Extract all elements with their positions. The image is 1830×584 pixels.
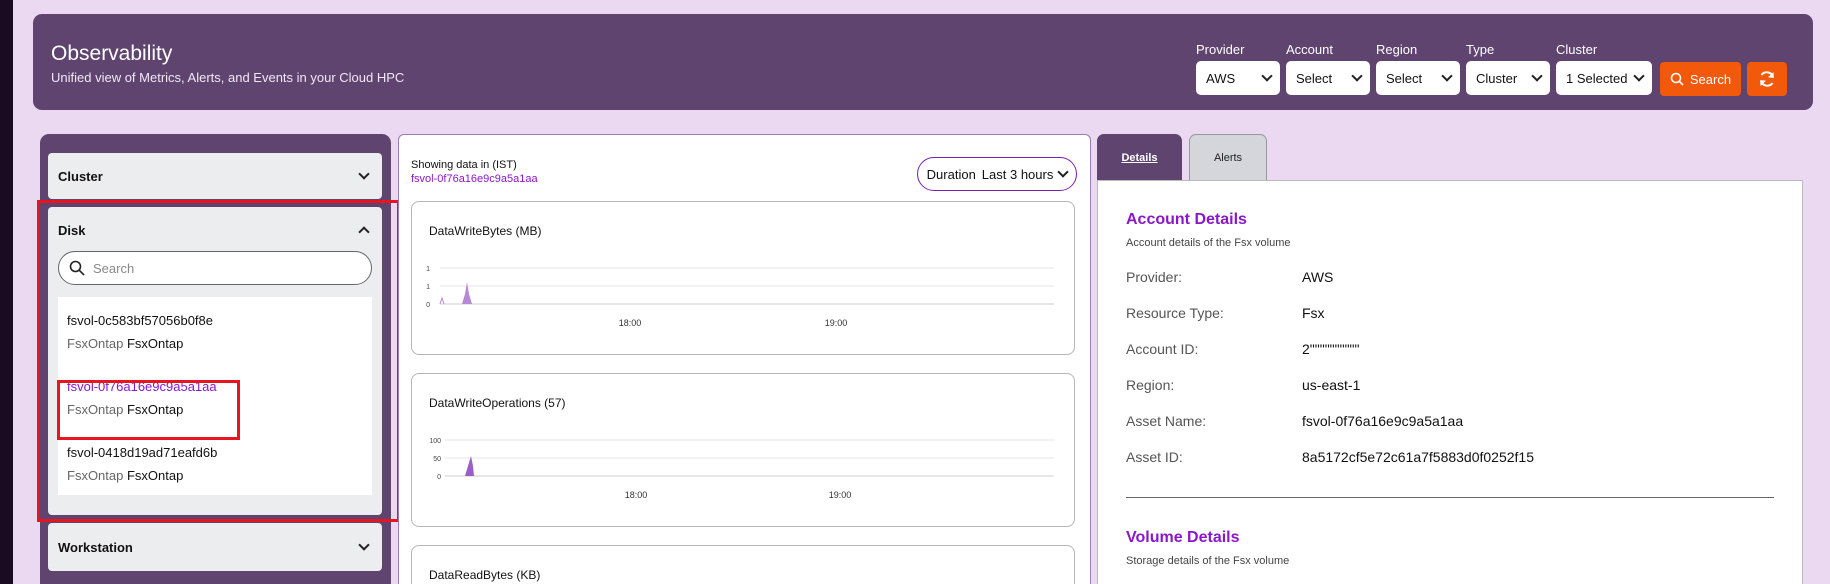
region-select[interactable]: Select: [1376, 61, 1460, 95]
accordion-workstation[interactable]: Workstation: [48, 523, 382, 571]
duration-select[interactable]: Duration Last 3 hours: [917, 157, 1077, 191]
accordion-disk-header[interactable]: Disk: [48, 207, 382, 253]
filter-account-label: Account: [1286, 42, 1333, 57]
chart-card-data-write-bytes: DataWriteBytes (MB) 1 1 0 18:00 19:00: [411, 201, 1075, 355]
disk-search-input[interactable]: [93, 260, 343, 276]
chevron-down-icon: [1633, 70, 1645, 82]
filter-provider: Provider AWS: [1196, 42, 1280, 95]
refresh-icon: [1760, 71, 1774, 87]
search-button[interactable]: Search: [1660, 62, 1741, 96]
chevron-down-icon: [358, 539, 370, 551]
x-tick-label: 18:00: [619, 318, 642, 328]
disk-type: FsxOntap FsxOntap: [67, 336, 184, 351]
accordion-workstation-label: Workstation: [58, 539, 133, 555]
y-tick-label: 0: [437, 474, 441, 481]
filter-cluster: Cluster 1 Selected: [1556, 42, 1652, 95]
chevron-down-icon: [1441, 70, 1453, 82]
detail-row-account-id: Account ID: 2"""""""""": [1126, 341, 1360, 357]
disk-type: FsxOntap FsxOntap: [67, 402, 184, 417]
chevron-down-icon: [1531, 70, 1543, 82]
filter-region-label: Region: [1376, 42, 1418, 57]
left-edge-bar: [0, 0, 13, 584]
disk-list-item[interactable]: fsvol-0c583bf57056b0f8e FsxOntap FsxOnta…: [67, 313, 213, 351]
y-tick-label: 1: [426, 284, 430, 291]
provider-select[interactable]: AWS: [1196, 61, 1280, 95]
tab-details[interactable]: Details: [1097, 134, 1182, 181]
y-tick-label: 50: [433, 456, 441, 463]
account-select[interactable]: Select: [1286, 61, 1370, 95]
chart-card-data-read-bytes: DataReadBytes (KB): [411, 545, 1075, 584]
detail-row-provider: Provider: AWS: [1126, 269, 1334, 285]
chart-data-write-bytes: 1 1 0 18:00 19:00: [426, 266, 1054, 328]
metrics-panel: Showing data in (IST) fsvol-0f76a16e9c9a…: [398, 134, 1091, 584]
account-details-title: Account Details: [1126, 211, 1247, 228]
filter-provider-label: Provider: [1196, 42, 1245, 57]
detail-row-asset-id: Asset ID: 8a5172cf5e72c61a7f5883d0f0252f1…: [1126, 449, 1534, 465]
y-tick-label: 0: [426, 302, 430, 309]
accordion-disk: Disk fsvol-0c583bf57056b0f8e FsxOntap Fs…: [48, 207, 382, 515]
selected-asset-label: fsvol-0f76a16e9c9a5a1aa: [411, 173, 538, 185]
volume-details-description: Storage details of the Fsx volume: [1126, 555, 1290, 567]
filter-account: Account Select: [1286, 42, 1370, 95]
disk-name: fsvol-0f76a16e9c9a5a1aa: [67, 379, 217, 394]
filter-type: Type Cluster: [1466, 42, 1550, 95]
search-icon: [1670, 72, 1684, 86]
disk-list: fsvol-0c583bf57056b0f8e FsxOntap FsxOnta…: [58, 297, 372, 495]
chart-title: DataReadBytes (KB): [429, 568, 541, 582]
disk-list-item-selected[interactable]: fsvol-0f76a16e9c9a5a1aa FsxOntap FsxOnta…: [67, 379, 217, 417]
chevron-up-icon: [358, 226, 370, 238]
detail-row-asset-name: Asset Name: fsvol-0f76a16e9c9a5a1aa: [1126, 413, 1464, 429]
accordion-disk-label: Disk: [58, 222, 86, 238]
page-subtitle: Unified view of Metrics, Alerts, and Eve…: [51, 70, 405, 85]
chevron-down-icon: [358, 168, 370, 180]
detail-row-resource-type: Resource Type: Fsx: [1126, 305, 1325, 321]
x-tick-label: 19:00: [829, 490, 852, 500]
page-header: Observability Unified view of Metrics, A…: [33, 14, 1813, 110]
disk-search-box: [58, 251, 372, 285]
disk-list-item[interactable]: fsvol-0418d19ad71eafd6b FsxOntap FsxOnta…: [67, 445, 217, 483]
refresh-button[interactable]: [1747, 62, 1787, 96]
accordion-cluster[interactable]: Cluster: [48, 153, 382, 199]
chevron-down-icon: [1057, 166, 1070, 178]
tab-alerts[interactable]: Alerts: [1189, 134, 1267, 181]
cluster-select[interactable]: 1 Selected: [1556, 61, 1652, 95]
chevron-down-icon: [1351, 70, 1363, 82]
search-icon: [69, 260, 85, 276]
disk-name: fsvol-0418d19ad71eafd6b: [67, 445, 218, 460]
accordion-cluster-label: Cluster: [58, 168, 103, 184]
account-details-description: Account details of the Fsx volume: [1126, 237, 1291, 249]
filter-region: Region Select: [1376, 42, 1460, 95]
details-panel: Account Details Account details of the F…: [1097, 180, 1803, 584]
chart-data-write-operations: 100 50 0 18:00 19:00: [429, 438, 1054, 500]
volume-details-title: Volume Details: [1126, 529, 1240, 546]
chevron-down-icon: [1261, 70, 1273, 82]
y-tick-label: 1: [426, 266, 430, 273]
filter-type-label: Type: [1466, 42, 1495, 57]
chart-area-spike: [462, 282, 472, 304]
x-tick-label: 19:00: [825, 318, 848, 328]
section-divider: [1126, 497, 1774, 498]
x-tick-label: 18:00: [625, 490, 648, 500]
type-select[interactable]: Cluster: [1466, 61, 1550, 95]
filter-cluster-label: Cluster: [1556, 42, 1598, 57]
chart-area-spike: [465, 456, 474, 476]
page-title: Observability: [51, 42, 173, 65]
disk-type: FsxOntap FsxOntap: [67, 468, 184, 483]
chart-card-data-write-operations: DataWriteOperations (57) 100 50 0 18:00 …: [411, 373, 1075, 527]
detail-row-region: Region: us-east-1: [1126, 377, 1361, 393]
timezone-label: Showing data in (IST): [411, 159, 517, 171]
chart-area-small: [439, 296, 445, 305]
disk-name: fsvol-0c583bf57056b0f8e: [67, 313, 214, 328]
y-tick-label: 100: [429, 438, 441, 445]
